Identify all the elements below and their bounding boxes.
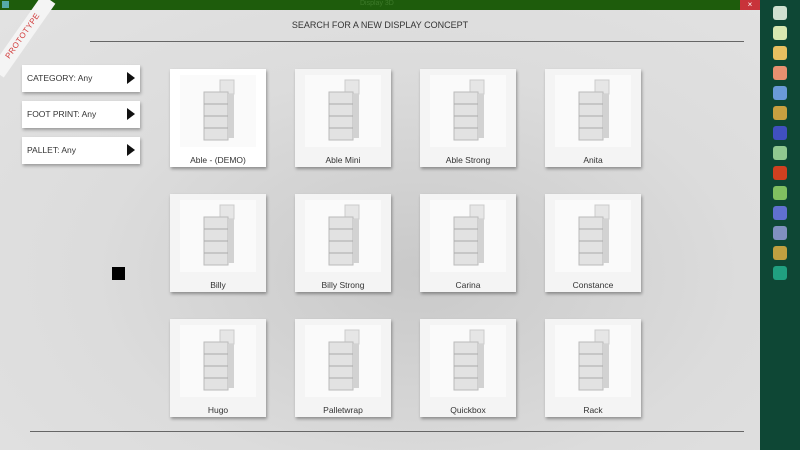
taskbar-app-icon[interactable] — [773, 246, 787, 260]
taskbar-app-icon[interactable] — [773, 146, 787, 160]
concept-name: Billy Strong — [321, 280, 365, 290]
taskbar-app-icon[interactable] — [773, 266, 787, 280]
taskbar-app-icon[interactable] — [773, 106, 787, 120]
window-title: Display 3D — [360, 0, 394, 7]
taskbar-app-icon[interactable] — [773, 186, 787, 200]
display-stand-image — [180, 325, 256, 397]
taskbar-app-icon[interactable] — [773, 166, 787, 180]
display-stand-image — [180, 200, 256, 272]
divider — [90, 41, 744, 42]
filter-label: PALLET: Any — [27, 145, 76, 155]
display-stand-image — [555, 75, 631, 147]
display-stand-image — [430, 325, 506, 397]
concept-name: Constance — [572, 280, 614, 290]
filter-label: CATEGORY: Any — [27, 73, 93, 83]
concept-card[interactable]: Quickbox — [420, 319, 516, 417]
concept-name: Anita — [583, 155, 603, 165]
display-stand-image — [555, 325, 631, 397]
arrow-right-icon — [127, 108, 135, 120]
divider — [30, 431, 744, 432]
concept-name: Able Strong — [445, 155, 491, 165]
concept-card[interactable]: Anita — [545, 69, 641, 167]
app-icon — [2, 1, 9, 8]
concept-card[interactable]: Able Strong — [420, 69, 516, 167]
concept-name: Rack — [583, 405, 603, 415]
concept-card[interactable]: Carina — [420, 194, 516, 292]
title-bar: Display 3D × — [0, 0, 760, 10]
taskbar-app-icon[interactable] — [773, 206, 787, 220]
taskbar-app-icon[interactable] — [773, 126, 787, 140]
taskbar-app-icon[interactable] — [773, 86, 787, 100]
taskbar-app-icon[interactable] — [773, 66, 787, 80]
concept-name: Palletwrap — [323, 405, 363, 415]
arrow-right-icon — [127, 144, 135, 156]
concept-card[interactable]: Palletwrap — [295, 319, 391, 417]
concept-name: Able Mini — [325, 155, 361, 165]
taskbar-app-icon[interactable] — [773, 6, 787, 20]
concept-card[interactable]: Hugo — [170, 319, 266, 417]
display-stand-image — [430, 75, 506, 147]
display-stand-image — [305, 75, 381, 147]
taskbar-app-icon[interactable] — [773, 46, 787, 60]
close-button[interactable]: × — [740, 0, 760, 10]
category-filter[interactable]: CATEGORY: Any — [22, 65, 140, 92]
concept-card[interactable]: Billy — [170, 194, 266, 292]
footprint-filter[interactable]: FOOT PRINT: Any — [22, 101, 140, 128]
concept-name: Able - (DEMO) — [190, 155, 246, 165]
concept-card[interactable]: Constance — [545, 194, 641, 292]
concept-card[interactable]: Rack — [545, 319, 641, 417]
arrow-right-icon — [127, 72, 135, 84]
page-title: SEARCH FOR A NEW DISPLAY CONCEPT — [291, 20, 469, 30]
display-stand-image — [180, 75, 256, 147]
concept-name: Quickbox — [450, 405, 486, 415]
taskbar — [760, 0, 800, 450]
main-area: PROTOTYPE SEARCH FOR A NEW DISPLAY CONCE… — [0, 0, 760, 450]
display-stand-image — [305, 325, 381, 397]
taskbar-app-icon[interactable] — [773, 226, 787, 240]
concept-name: Hugo — [207, 405, 229, 415]
black-square-marker — [112, 267, 125, 280]
display-stand-image — [305, 200, 381, 272]
concept-card[interactable]: Able - (DEMO) — [170, 69, 266, 167]
concept-name: Billy — [210, 280, 226, 290]
filter-label: FOOT PRINT: Any — [27, 109, 97, 119]
concept-card[interactable]: Billy Strong — [295, 194, 391, 292]
display-stand-image — [430, 200, 506, 272]
display-stand-image — [555, 200, 631, 272]
concept-card[interactable]: Able Mini — [295, 69, 391, 167]
pallet-filter[interactable]: PALLET: Any — [22, 137, 140, 164]
taskbar-app-icon[interactable] — [773, 26, 787, 40]
concept-name: Carina — [455, 280, 481, 290]
